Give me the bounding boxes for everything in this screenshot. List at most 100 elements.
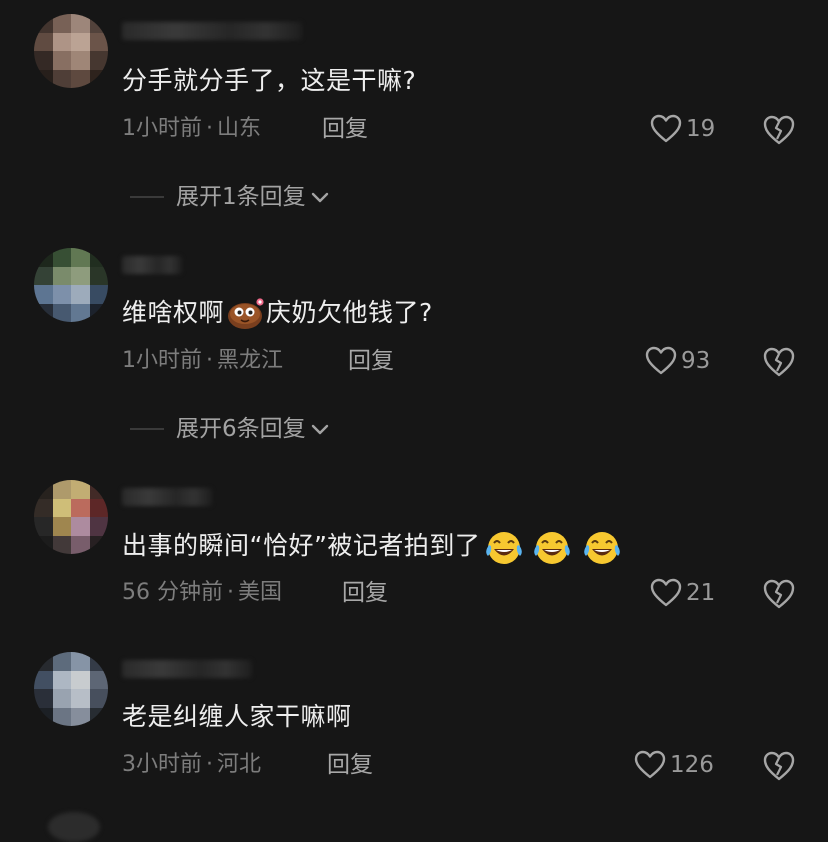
avatar-mosaic-cell bbox=[71, 248, 90, 267]
avatar-mosaic-cell bbox=[52, 285, 71, 304]
like-button[interactable]: 21 bbox=[650, 578, 715, 608]
avatar-mosaic-cell bbox=[71, 32, 90, 51]
avatar-mosaic-cell bbox=[89, 670, 108, 689]
tears-of-joy-emoji bbox=[482, 528, 526, 566]
avatar-mosaic-cell bbox=[34, 689, 53, 708]
sweat-smile-emoji bbox=[226, 297, 266, 331]
tears-of-joy-emoji bbox=[528, 528, 576, 566]
avatar-mosaic-cell bbox=[34, 707, 53, 726]
comment-meta: 3小时前 · 河北 bbox=[122, 752, 262, 777]
avatar-mosaic-cell bbox=[89, 51, 108, 70]
reply-button[interactable]: 回复 bbox=[348, 346, 394, 376]
username-blurred[interactable] bbox=[122, 256, 182, 274]
comment-location: 河北 bbox=[217, 752, 262, 777]
avatar-mosaic-cell bbox=[34, 535, 53, 554]
avatar-mosaic-cell bbox=[71, 266, 90, 285]
dislike-button[interactable] bbox=[762, 750, 796, 786]
avatar-mosaic-cell bbox=[34, 51, 53, 70]
avatar-mosaic-cell bbox=[71, 14, 90, 33]
avatar-mosaic-cell bbox=[71, 707, 90, 726]
avatar-partial bbox=[48, 812, 100, 842]
comment-time: 3小时前 bbox=[122, 752, 202, 777]
like-count: 19 bbox=[686, 116, 716, 142]
divider bbox=[130, 428, 164, 430]
comment-location: 美国 bbox=[238, 580, 283, 605]
expand-label: 展开6条回复 bbox=[176, 416, 306, 442]
avatar-mosaic-cell bbox=[71, 652, 90, 671]
avatar-mosaic-cell bbox=[89, 285, 108, 304]
avatar-mosaic-cell bbox=[34, 517, 53, 536]
avatar-mosaic-cell bbox=[71, 285, 90, 304]
reply-button[interactable]: 回复 bbox=[327, 750, 373, 780]
avatar-mosaic-cell bbox=[52, 689, 71, 708]
avatar[interactable] bbox=[34, 480, 108, 554]
avatar-mosaic-cell bbox=[89, 689, 108, 708]
avatar-mosaic-cell bbox=[52, 69, 71, 88]
heart-outline-icon bbox=[634, 750, 666, 780]
dislike-button[interactable] bbox=[762, 578, 796, 614]
divider bbox=[130, 196, 164, 198]
avatar-mosaic-cell bbox=[89, 652, 108, 671]
avatar-mosaic-cell bbox=[71, 51, 90, 70]
comment-meta: 1小时前 · 山东 bbox=[122, 116, 262, 141]
avatar-mosaic-cell bbox=[52, 51, 71, 70]
avatar-mosaic-cell bbox=[34, 480, 53, 499]
like-count: 126 bbox=[670, 752, 714, 778]
avatar-mosaic-cell bbox=[52, 652, 71, 671]
username-blurred[interactable] bbox=[122, 488, 212, 506]
avatar-mosaic-cell bbox=[34, 303, 53, 322]
like-button[interactable]: 126 bbox=[634, 750, 714, 780]
expand-replies[interactable]: 展开1条回复 bbox=[130, 182, 330, 212]
avatar-mosaic-cell bbox=[89, 707, 108, 726]
dislike-button[interactable] bbox=[762, 114, 796, 150]
broken-heart-icon bbox=[762, 579, 796, 614]
like-button[interactable]: 19 bbox=[650, 114, 715, 144]
avatar-mosaic-cell bbox=[71, 517, 90, 536]
avatar-mosaic-cell bbox=[52, 517, 71, 536]
avatar-mosaic-cell bbox=[89, 266, 108, 285]
comment-meta: 56 分钟前 · 美国 bbox=[122, 580, 283, 605]
avatar[interactable] bbox=[34, 14, 108, 88]
avatar[interactable] bbox=[34, 248, 108, 322]
avatar-mosaic-cell bbox=[52, 498, 71, 517]
like-button[interactable]: 93 bbox=[645, 346, 710, 376]
comment-time: 1小时前 bbox=[122, 348, 202, 373]
avatar-mosaic-cell bbox=[89, 498, 108, 517]
expand-replies[interactable]: 展开6条回复 bbox=[130, 414, 330, 444]
avatar-mosaic-cell bbox=[89, 32, 108, 51]
heart-outline-icon bbox=[645, 346, 677, 376]
avatar-mosaic-cell bbox=[71, 498, 90, 517]
comment-time: 56 分钟前 bbox=[122, 580, 223, 605]
avatar-mosaic-cell bbox=[71, 69, 90, 88]
avatar-mosaic-cell bbox=[34, 670, 53, 689]
avatar-mosaic-cell bbox=[52, 670, 71, 689]
avatar-mosaic-cell bbox=[71, 303, 90, 322]
avatar-mosaic-cell bbox=[71, 535, 90, 554]
comment-time: 1小时前 bbox=[122, 116, 202, 141]
comment-text: 分手就分手了，这是干嘛? bbox=[122, 66, 417, 95]
comment-location: 黑龙江 bbox=[217, 348, 284, 373]
broken-heart-icon bbox=[762, 115, 796, 150]
username-blurred[interactable] bbox=[122, 22, 302, 40]
avatar-mosaic-cell bbox=[34, 32, 53, 51]
avatar-mosaic-cell bbox=[71, 480, 90, 499]
broken-heart-icon bbox=[762, 347, 796, 382]
dislike-button[interactable] bbox=[762, 346, 796, 382]
username-blurred[interactable] bbox=[122, 660, 252, 678]
reply-button[interactable]: 回复 bbox=[342, 578, 388, 608]
heart-outline-icon bbox=[650, 114, 682, 144]
avatar-mosaic-cell bbox=[71, 689, 90, 708]
avatar-mosaic-cell bbox=[89, 69, 108, 88]
comment-meta: 1小时前 · 黑龙江 bbox=[122, 348, 284, 373]
avatar-mosaic-cell bbox=[89, 517, 108, 536]
avatar-mosaic-cell bbox=[89, 480, 108, 499]
comment-text: 出事的瞬间“恰好”被记者拍到了 bbox=[122, 528, 626, 566]
avatar-mosaic-cell bbox=[89, 535, 108, 554]
reply-button[interactable]: 回复 bbox=[322, 114, 368, 144]
heart-outline-icon bbox=[650, 578, 682, 608]
avatar[interactable] bbox=[34, 652, 108, 726]
comment-text: 维啥权啊 庆奶欠他钱了? bbox=[122, 296, 433, 331]
chevron-down-icon bbox=[310, 414, 330, 444]
avatar-mosaic-cell bbox=[52, 535, 71, 554]
avatar-mosaic-cell bbox=[34, 498, 53, 517]
